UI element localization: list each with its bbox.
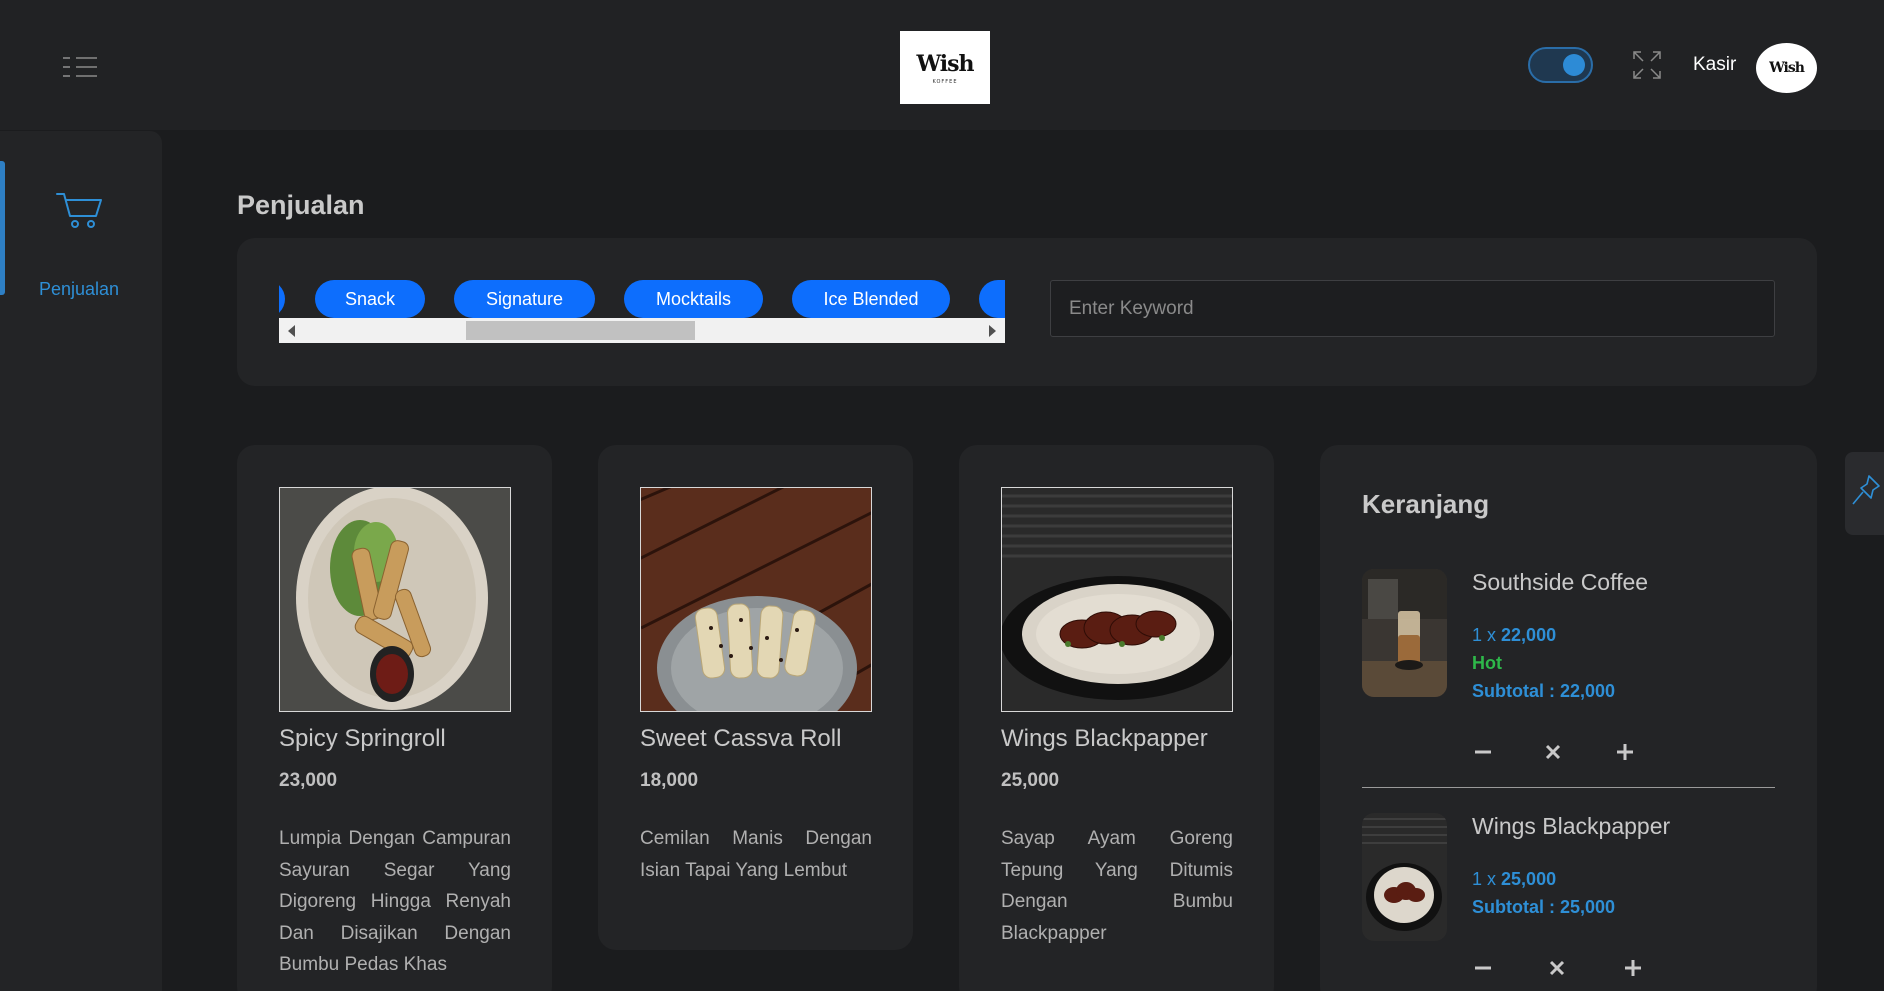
category-chip-signature[interactable]: Signature	[454, 280, 595, 318]
product-description: Cemilan Manis Dengan Isian Tapai Yang Le…	[640, 828, 872, 881]
top-navbar: Wish KOFFEE Kasir Wish	[0, 0, 1884, 130]
category-scroller[interactable]: Snack Signature Mocktails Ice Blended	[279, 280, 1005, 344]
menu-toggle-icon[interactable]	[62, 56, 98, 78]
product-image[interactable]	[279, 487, 511, 712]
active-indicator	[0, 161, 5, 295]
category-chip-partial[interactable]	[279, 280, 285, 318]
toggle-knob	[1563, 54, 1585, 76]
sidebar-item-penjualan[interactable]: Penjualan	[0, 161, 162, 299]
category-chip-partial[interactable]	[979, 280, 1005, 318]
decrease-quantity-button[interactable]	[1472, 741, 1494, 763]
product-name: Wings Blackpapper	[1001, 725, 1208, 752]
category-chip-ice-blended[interactable]: Ice Blended	[792, 280, 950, 318]
cart-item-subtotal: Subtotal : 25,000	[1472, 897, 1616, 917]
cart-item-qty: 1	[1472, 869, 1483, 889]
search-input[interactable]	[1050, 280, 1775, 337]
pin-icon[interactable]	[1845, 452, 1884, 535]
product-price: 23,000	[279, 770, 338, 791]
horizontal-scrollbar[interactable]	[279, 318, 1005, 343]
product-description: Lumpia Dengan Campuran Sayuran Segar Yan…	[279, 828, 511, 975]
sidebar: Penjualan	[0, 131, 162, 991]
decrease-quantity-button[interactable]	[1472, 957, 1494, 979]
product-card[interactable]: Wings Blackpapper 25,000 Sayap Ayam Gore…	[959, 445, 1274, 991]
cart-divider	[1362, 787, 1775, 788]
cart-item: Southside Coffee 1 x 22,000 Hot Subtotal…	[1362, 569, 1775, 775]
avatar-text: Wish	[1769, 60, 1805, 76]
logo-subtext: KOFFEE	[932, 78, 958, 85]
product-image[interactable]	[1001, 487, 1233, 712]
user-name[interactable]: Kasir	[1693, 54, 1736, 76]
cart-item-quantity: 1 x 22,000	[1472, 625, 1557, 645]
filter-card: Snack Signature Mocktails Ice Blended	[237, 238, 1817, 386]
product-card[interactable]: Spicy Springroll 23,000 Lumpia Dengan Ca…	[237, 445, 552, 991]
logo-text: Wish	[916, 50, 974, 77]
remove-item-button[interactable]	[1542, 741, 1564, 763]
page-title: Penjualan	[237, 190, 365, 220]
brand-logo[interactable]: Wish KOFFEE	[900, 31, 990, 104]
product-description: Sayap Ayam Goreng Tepung Yang Ditumis De…	[1001, 828, 1233, 944]
cart-item-subtotal: Subtotal : 22,000	[1472, 681, 1616, 701]
scroll-left-arrow[interactable]	[288, 325, 295, 337]
cart-item-quantity: 1 x 25,000	[1472, 869, 1557, 889]
product-name: Spicy Springroll	[279, 725, 446, 752]
cart-item-name: Wings Blackpapper	[1472, 813, 1671, 839]
cart-item-qty: 1	[1472, 625, 1483, 645]
scroll-right-arrow[interactable]	[989, 325, 996, 337]
cart-item-variant: Hot	[1472, 653, 1502, 673]
cart-title: Keranjang	[1362, 489, 1490, 519]
remove-item-button[interactable]	[1546, 957, 1568, 979]
cart-icon	[55, 191, 103, 231]
cart-item: Wings Blackpapper 1 x 25,000 Subtotal : …	[1362, 813, 1775, 991]
category-chip-snack[interactable]: Snack	[315, 280, 425, 318]
cart-item-unit-price: 22,000	[1501, 625, 1557, 645]
fullscreen-icon[interactable]	[1632, 50, 1662, 80]
increase-quantity-button[interactable]	[1622, 957, 1644, 979]
product-image[interactable]	[640, 487, 872, 712]
cart-item-name: Southside Coffee	[1472, 569, 1649, 595]
category-chip-mocktails[interactable]: Mocktails	[624, 280, 763, 318]
cart-item-image	[1362, 569, 1447, 697]
theme-toggle[interactable]	[1528, 47, 1593, 83]
sidebar-item-label: Penjualan	[38, 279, 120, 299]
cart-panel: Keranjang Southside Coffee 1 x 22,000 Ho…	[1320, 445, 1817, 991]
increase-quantity-button[interactable]	[1614, 741, 1636, 763]
scrollbar-thumb[interactable]	[466, 321, 695, 340]
avatar[interactable]: Wish	[1756, 43, 1817, 93]
product-card[interactable]: Sweet Cassva Roll 18,000 Cemilan Manis D…	[598, 445, 913, 950]
cart-item-unit-price: 25,000	[1501, 869, 1557, 889]
product-price: 25,000	[1001, 770, 1060, 791]
cart-item-image	[1362, 813, 1447, 941]
product-price: 18,000	[640, 770, 699, 791]
product-name: Sweet Cassva Roll	[640, 725, 842, 752]
category-list: Snack Signature Mocktails Ice Blended	[279, 280, 1005, 318]
